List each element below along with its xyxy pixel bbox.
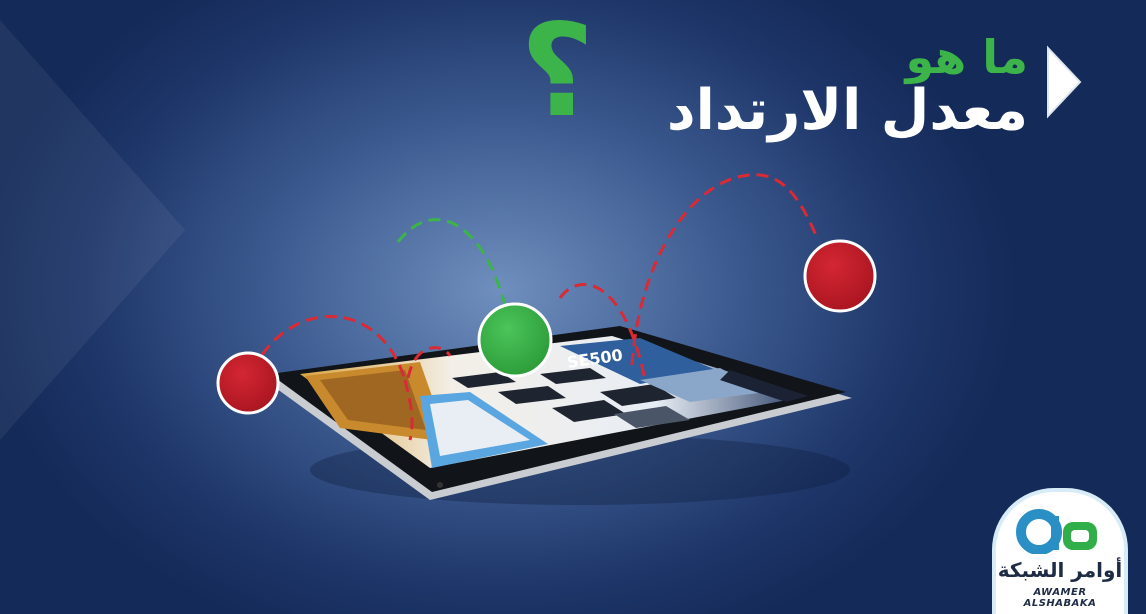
headline-line-2: معدل الارتداد (666, 78, 1028, 143)
tablet-camera (437, 482, 443, 488)
red-ball-right (803, 239, 877, 313)
headline-line-1: ما هو (905, 30, 1028, 84)
red-ball-left (216, 351, 280, 415)
trajectory-right (630, 173, 820, 366)
company-logo: أوامر الشبكة AWAMER ALSHABAKA (996, 492, 1124, 614)
logo-mark-icon (1016, 509, 1097, 554)
question-mark: ؟ (520, 0, 595, 146)
logo-name-english: AWAMER ALSHABAKA (1023, 587, 1097, 609)
play-arrow-icon (1047, 45, 1082, 119)
green-ball (477, 302, 553, 378)
trajectory-green (396, 218, 507, 306)
hero-banner: SE500 ؟ ما هو معدل الارتداد أوامر الشبكة… (0, 0, 1146, 614)
logo-name-arabic: أوامر الشبكة (997, 558, 1123, 582)
